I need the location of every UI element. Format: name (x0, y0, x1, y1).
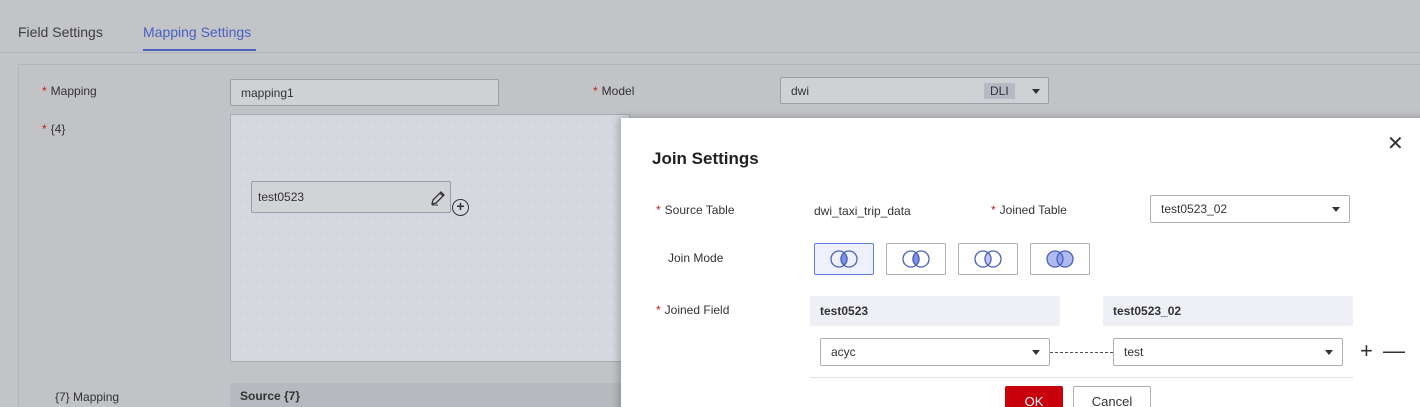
chevron-down-icon (1332, 207, 1340, 212)
left-table-header: test0523 (810, 296, 1060, 326)
tab-mapping-settings[interactable]: Mapping Settings (143, 24, 251, 40)
model-select[interactable]: dwi DLI (780, 77, 1049, 104)
chevron-down-icon (1325, 350, 1333, 355)
joined-table-value: test0523_02 (1161, 202, 1228, 216)
full-join-icon (1046, 250, 1074, 268)
right-field-select[interactable]: test (1113, 338, 1343, 366)
joined-table-select[interactable]: test0523_02 (1150, 195, 1350, 223)
row-divider (810, 377, 1353, 378)
edit-icon[interactable] (430, 190, 446, 206)
mapping-label: * Mapping (42, 84, 97, 98)
field-link-line (1050, 352, 1113, 353)
chevron-down-icon (1032, 350, 1040, 355)
active-tab-indicator (143, 49, 256, 51)
right-field-value: test (1124, 345, 1144, 359)
field-mapping-label: {7} Mapping (55, 390, 120, 404)
join-mode-inner-button[interactable] (814, 243, 874, 275)
model-label: * Model (593, 84, 635, 98)
left-join-icon (902, 250, 930, 268)
right-table-header: test0523_02 (1103, 296, 1353, 326)
tab-field-settings[interactable]: Field Settings (18, 24, 103, 40)
canvas-label: * {4} (42, 122, 66, 136)
join-mode-left-button[interactable] (886, 243, 946, 275)
model-value: dwi (791, 83, 810, 98)
close-icon[interactable]: ✕ (1387, 134, 1404, 154)
joined-field-label: * Joined Field (656, 303, 730, 317)
inner-join-icon (830, 250, 858, 268)
add-row-icon[interactable]: + (1360, 340, 1373, 362)
dialog-title: Join Settings (652, 149, 759, 168)
join-settings-dialog: Join Settings ✕ * Source Table dwi_taxi_t… (621, 118, 1420, 407)
join-mode-right-button[interactable] (958, 243, 1018, 275)
ok-button[interactable]: OK (1005, 386, 1063, 407)
join-mode-full-button[interactable] (1030, 243, 1090, 275)
tab-bar: Field Settings Mapping Settings (0, 0, 1420, 53)
right-join-icon (974, 250, 1002, 268)
chevron-down-icon (1032, 89, 1040, 94)
mapping-canvas[interactable] (230, 114, 630, 362)
model-badge: DLI (984, 83, 1015, 99)
source-table-value: dwi_taxi_trip_data (814, 204, 911, 218)
source-table-label: * Source Table (656, 203, 735, 217)
join-mode-label: Join Mode (668, 251, 724, 265)
mapping-name-input[interactable]: mapping1 (230, 79, 499, 106)
cancel-button[interactable]: Cancel (1073, 386, 1151, 407)
add-join-icon[interactable]: + (452, 199, 469, 216)
joined-table-label: * Joined Table (991, 203, 1067, 217)
table-node-label: test0523 (258, 190, 305, 204)
canvas-grid (231, 115, 629, 361)
left-field-value: acyc (831, 345, 856, 359)
canvas-table-node[interactable]: test0523 (251, 181, 451, 213)
remove-row-icon[interactable]: — (1383, 340, 1405, 362)
source-field-header: Source {7} (230, 383, 630, 407)
left-field-select[interactable]: acyc (820, 338, 1050, 366)
